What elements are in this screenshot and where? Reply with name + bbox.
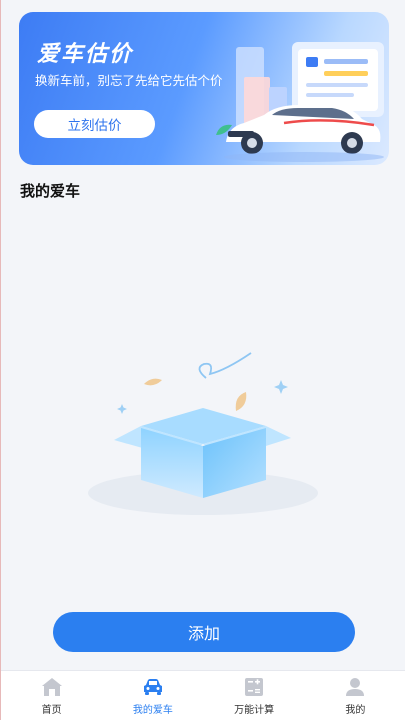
add-car-button[interactable]: 添加	[53, 612, 355, 652]
tab-profile-label: 我的	[345, 704, 366, 716]
calculator-icon	[243, 676, 265, 698]
banner-title: 爱车估价	[37, 42, 134, 67]
home-icon	[41, 676, 63, 698]
banner-subtitle: 换新车前，别忘了先给它先估个价	[35, 73, 223, 88]
my-cars-title: 我的爱车	[20, 182, 81, 200]
tab-profile[interactable]: 我的	[305, 671, 405, 720]
tab-my-car-label: 我的爱车	[132, 704, 173, 716]
user-icon	[344, 676, 366, 698]
tab-home-label: 首页	[41, 704, 62, 716]
tab-calculator-label: 万能计算	[234, 704, 275, 716]
valuate-now-button[interactable]: 立刻估价	[34, 110, 155, 138]
car-valuation-banner[interactable]: 爱车估价 换新车前，别忘了先给它先估个价 立刻估价	[19, 12, 389, 165]
tab-calculator[interactable]: 万能计算	[204, 671, 305, 720]
bottom-tab-bar: 首页 我的爱车 万能计算 我的	[1, 670, 405, 720]
car-valuation-illustration	[216, 42, 384, 162]
tab-home[interactable]: 首页	[1, 671, 102, 720]
tab-my-car[interactable]: 我的爱车	[102, 671, 203, 720]
car-icon	[142, 676, 164, 698]
empty-box-illustration	[88, 352, 318, 515]
